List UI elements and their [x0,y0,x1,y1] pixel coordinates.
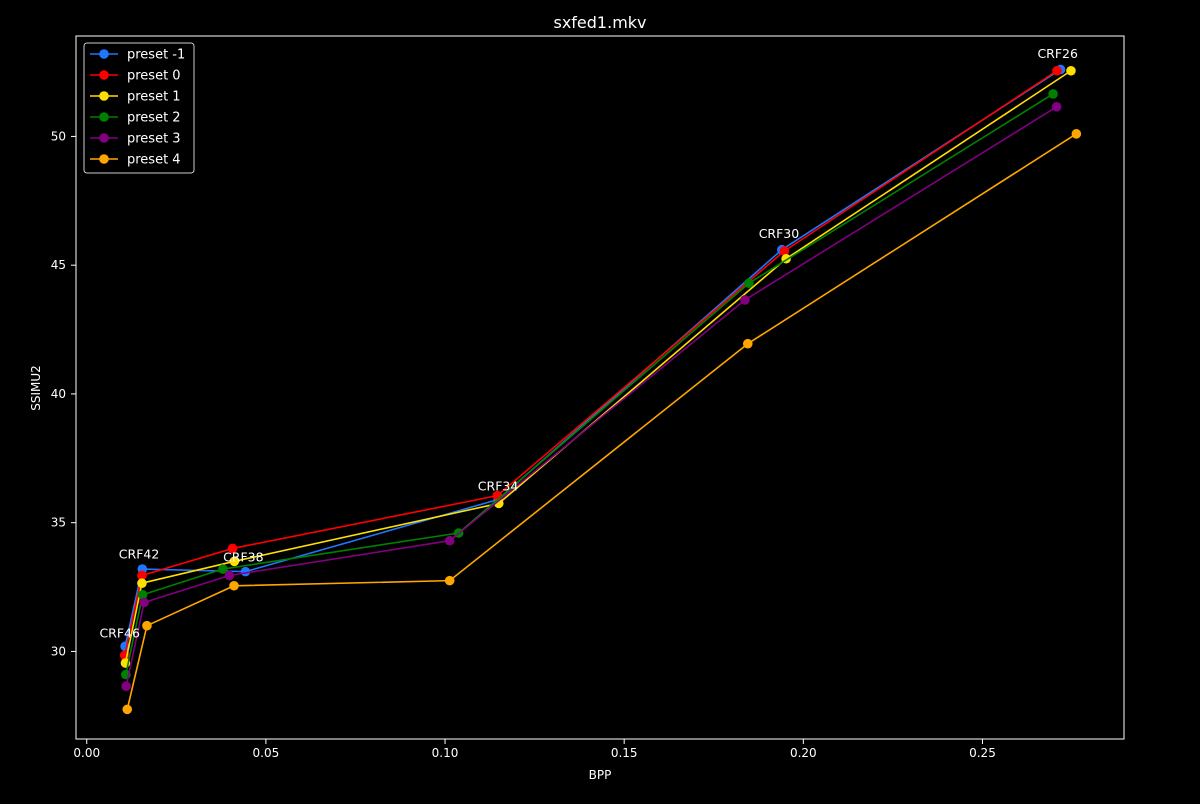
data-point [1051,102,1062,112]
series-layer [119,64,1082,715]
y-tick-label: 45 [51,258,66,272]
data-point [444,535,455,546]
data-point [744,278,754,289]
legend-marker [99,154,109,164]
y-tick-label: 40 [51,387,66,401]
data-point [444,575,455,586]
x-axis-ticks: 0.00 0.05 0.10 0.15 0.20 0.25 [73,739,996,760]
series-line [124,68,1062,647]
legend-marker [99,70,109,80]
legend-label: preset 1 [127,90,181,105]
data-point [142,620,152,631]
legend-marker [99,91,109,101]
data-point [229,580,239,591]
data-point [137,578,147,589]
x-tick-label: 0.00 [73,746,100,760]
data-point [1066,65,1076,76]
series-3 [121,89,1058,680]
legend-label: preset 2 [127,111,181,126]
crf-annotation: CRF26 [1037,46,1078,61]
x-tick-label: 0.05 [253,746,280,760]
series-line [124,70,1072,664]
data-point [139,597,149,608]
crf-annotation: CRF34 [478,479,519,494]
data-point [740,295,750,305]
chart-title: sxfed1.mkv [553,13,646,32]
legend-marker [99,49,109,59]
series-5 [122,129,1082,715]
x-tick-label: 0.25 [969,746,996,760]
legend-label: preset -1 [127,48,185,63]
series-line [126,133,1077,710]
chart-legend: preset -1 preset 0 preset 1 preset 2 preset … [83,42,195,174]
series-line [125,106,1058,687]
annotation-layer: CRF46 CRF42 CRF38 CRF34 CRF30 CRF26 [99,46,1078,640]
legend-label: preset 4 [127,153,181,168]
chart-container: sxfed1.mkv 0.00 0.05 0.10 0.15 0.20 0.25 30 35… [0,0,1200,800]
y-tick-label: 30 [51,644,66,658]
crf-annotation: CRF30 [759,226,800,241]
legend-marker [99,112,109,122]
x-axis-label: BPP [589,768,612,782]
data-point [1071,129,1082,139]
y-tick-label: 35 [51,516,66,530]
data-point [121,681,131,692]
crf-annotation: CRF46 [99,625,140,640]
crf-annotation: CRF38 [223,549,264,564]
plot-area-frame [75,35,1125,740]
series-line [123,70,1058,656]
data-point [1048,89,1058,99]
data-point [224,570,235,581]
y-axis-ticks: 30 35 40 45 50 [51,129,76,658]
x-tick-label: 0.10 [432,746,459,760]
data-point [122,704,133,715]
data-point [1052,65,1062,76]
series-2 [120,65,1076,668]
data-point [742,338,753,349]
legend-label: preset 0 [127,69,181,84]
legend-marker [99,133,109,143]
legend-label: preset 3 [127,132,181,147]
y-tick-label: 50 [51,129,66,143]
series-line [125,93,1054,675]
crf-annotation: CRF42 [119,547,160,562]
chart-svg: sxfed1.mkv 0.00 0.05 0.10 0.15 0.20 0.25 30 35… [29,13,1125,782]
x-tick-label: 0.20 [790,746,817,760]
x-tick-label: 0.15 [611,746,638,760]
y-axis-label: SSIMU2 [29,365,43,411]
series-4 [121,102,1062,692]
